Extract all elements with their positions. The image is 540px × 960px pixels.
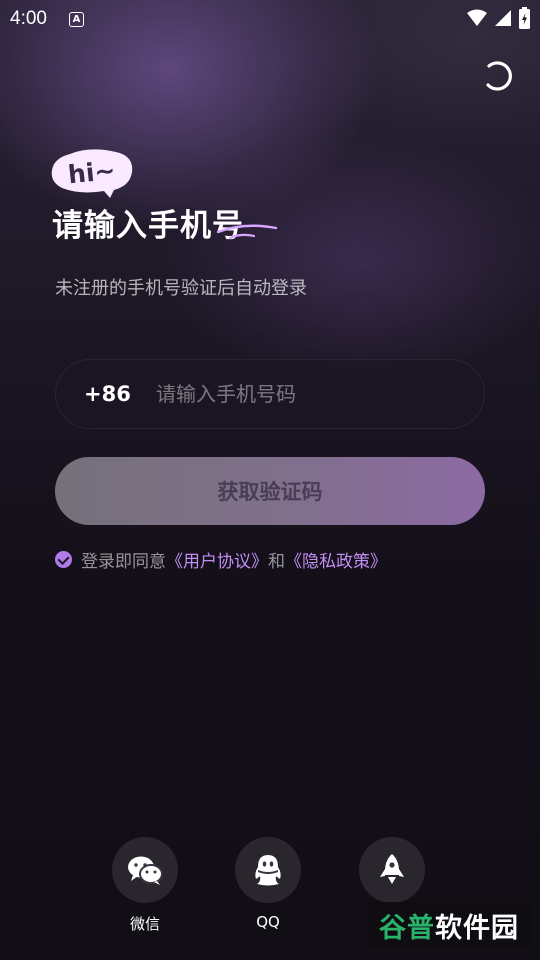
agreement-prefix: 登录即同意 — [81, 552, 166, 572]
wifi-icon — [467, 9, 487, 26]
wechat-label: 微信 — [129, 915, 160, 933]
agree-checkbox[interactable] — [55, 551, 72, 568]
watermark-part-b: 软件园 — [435, 912, 519, 944]
status-time: 4:00 — [10, 8, 47, 29]
one-click-login-button[interactable] — [359, 837, 425, 903]
phone-field[interactable]: +86 — [55, 359, 485, 429]
get-code-button[interactable]: 获取验证码 — [55, 457, 485, 525]
battery-icon — [519, 7, 530, 29]
agreement-conjunction: 和 — [268, 552, 285, 572]
underline-swoosh-icon — [216, 224, 278, 240]
phone-input[interactable] — [156, 382, 456, 406]
signal-icon — [495, 10, 511, 26]
country-code[interactable]: +86 — [84, 382, 156, 406]
get-code-label: 获取验证码 — [217, 480, 323, 504]
watermark-logo: 谷普 软件园 — [368, 902, 530, 948]
hi-text: hi~ — [66, 155, 117, 190]
qq-icon — [255, 855, 281, 886]
watermark-part-a: 谷普 — [379, 912, 435, 944]
status-icons — [467, 7, 530, 29]
notification-icon: A — [68, 11, 84, 27]
rocket-icon — [380, 854, 404, 884]
qq-label: QQ — [256, 913, 280, 931]
wechat-icon — [128, 856, 163, 885]
hi-bubble: hi~ — [50, 148, 134, 198]
loading-icon[interactable] — [480, 58, 516, 94]
privacy-policy-link[interactable]: 《隐私政策》 — [285, 547, 387, 572]
agreement-row: 登录即同意 《用户协议》 和 《隐私政策》 — [55, 547, 387, 572]
qq-login[interactable]: QQ — [235, 837, 301, 931]
qq-login-button[interactable] — [235, 837, 301, 903]
page-subtitle: 未注册的手机号验证后自动登录 — [55, 278, 307, 299]
wechat-login-button[interactable] — [112, 837, 178, 903]
wechat-login[interactable]: 微信 — [112, 837, 178, 934]
status-bar: 4:00 A — [0, 0, 540, 38]
user-agreement-link[interactable]: 《用户协议》 — [166, 547, 268, 572]
